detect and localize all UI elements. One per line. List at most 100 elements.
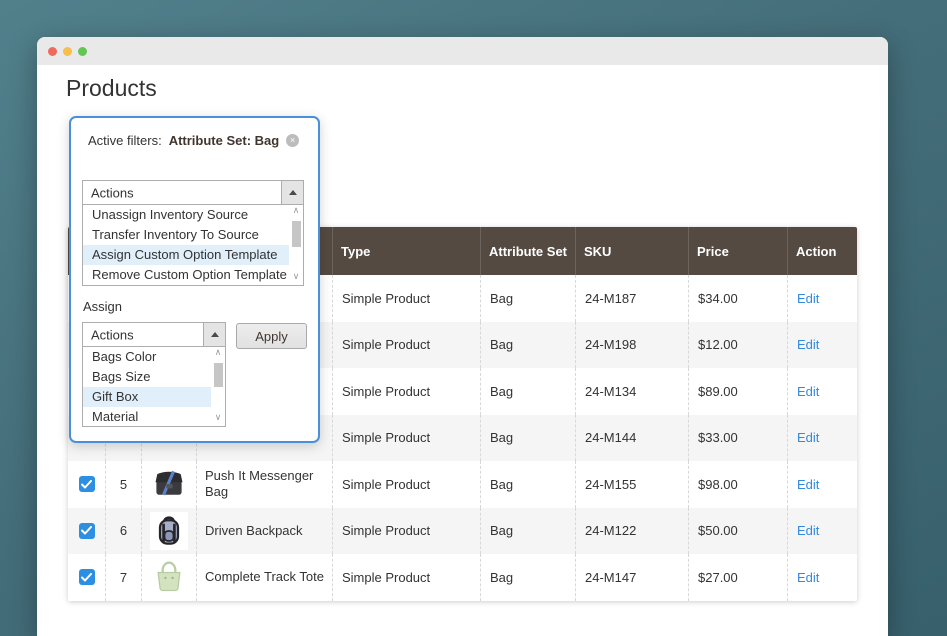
column-header-attribute-set[interactable]: Attribute Set bbox=[480, 227, 575, 275]
assign-select-value: Actions bbox=[91, 327, 134, 342]
cell-sku: 24-M147 bbox=[575, 554, 688, 601]
cell-action: Edit bbox=[787, 554, 857, 601]
assign-select[interactable]: Actions bbox=[82, 322, 226, 347]
dropdown-option[interactable]: Transfer Inventory To Source bbox=[83, 225, 289, 245]
edit-link[interactable]: Edit bbox=[797, 337, 819, 352]
row-checkbox[interactable] bbox=[79, 569, 95, 585]
assign-collapse-button[interactable] bbox=[203, 323, 225, 346]
tote-image bbox=[150, 558, 188, 596]
triangle-up-icon bbox=[211, 332, 219, 337]
cell-type: Simple Product bbox=[332, 508, 480, 555]
row-select-cell bbox=[68, 508, 105, 555]
cell-sku: 24-M198 bbox=[575, 322, 688, 369]
cell-type: Simple Product bbox=[332, 275, 480, 322]
table-row: 7 Complete Track ToteSimple ProductBag24-… bbox=[68, 554, 857, 601]
dropdown-option[interactable]: Bags Color bbox=[83, 347, 211, 367]
assign-options: ∧ ∨ Bags ColorBags SizeGift BoxMaterial bbox=[82, 347, 226, 427]
active-filters-label: Active filters: bbox=[88, 133, 162, 148]
cell-name: Complete Track Tote bbox=[196, 554, 332, 601]
cell-price: $89.00 bbox=[688, 368, 787, 415]
cell-thumbnail bbox=[141, 461, 196, 508]
cell-attribute-set: Bag bbox=[480, 368, 575, 415]
edit-link[interactable]: Edit bbox=[797, 477, 819, 492]
cell-id: 7 bbox=[105, 554, 141, 601]
cell-price: $27.00 bbox=[688, 554, 787, 601]
cell-thumbnail bbox=[141, 554, 196, 601]
column-header-sku[interactable]: SKU bbox=[575, 227, 688, 275]
cell-type: Simple Product bbox=[332, 322, 480, 369]
edit-link[interactable]: Edit bbox=[797, 523, 819, 538]
cell-action: Edit bbox=[787, 508, 857, 555]
column-header-price[interactable]: Price bbox=[688, 227, 787, 275]
column-header-action[interactable]: Action bbox=[787, 227, 857, 275]
maximize-window-button[interactable] bbox=[78, 47, 87, 56]
cell-id: 5 bbox=[105, 461, 141, 508]
messenger-bag-image bbox=[150, 465, 188, 503]
cell-sku: 24-M144 bbox=[575, 415, 688, 462]
minimize-window-button[interactable] bbox=[63, 47, 72, 56]
bulk-actions-select[interactable]: Actions bbox=[82, 180, 304, 205]
window-titlebar bbox=[37, 37, 888, 65]
cell-type: Simple Product bbox=[332, 368, 480, 415]
dropdown-option[interactable]: Remove Custom Option Template bbox=[83, 265, 289, 285]
cell-attribute-set: Bag bbox=[480, 554, 575, 601]
table-row: 5 Push It Messenger BagSimple ProductBag2… bbox=[68, 461, 857, 508]
scrollbar-thumb[interactable] bbox=[214, 363, 223, 387]
cell-attribute-set: Bag bbox=[480, 322, 575, 369]
app-window: Products Type Attribute Set SKU Price Ac… bbox=[37, 37, 888, 636]
column-header-type[interactable]: Type bbox=[332, 227, 480, 275]
cell-thumbnail bbox=[141, 508, 196, 555]
row-checkbox[interactable] bbox=[79, 476, 95, 492]
bulk-actions-scrollbar: ∧ ∨ bbox=[289, 205, 303, 285]
row-checkbox[interactable] bbox=[79, 523, 95, 539]
dropdown-option[interactable]: Material bbox=[83, 407, 211, 427]
cell-name: Push It Messenger Bag bbox=[196, 461, 332, 508]
cell-price: $12.00 bbox=[688, 322, 787, 369]
close-window-button[interactable] bbox=[48, 47, 57, 56]
scroll-down-icon[interactable]: ∨ bbox=[293, 271, 300, 284]
scrollbar-thumb[interactable] bbox=[292, 221, 301, 247]
cell-attribute-set: Bag bbox=[480, 508, 575, 555]
apply-button[interactable]: Apply bbox=[236, 323, 307, 349]
edit-link[interactable]: Edit bbox=[797, 291, 819, 306]
cell-attribute-set: Bag bbox=[480, 275, 575, 322]
dropdown-option[interactable]: Unassign Inventory Source bbox=[83, 205, 289, 225]
cell-action: Edit bbox=[787, 461, 857, 508]
cell-sku: 24-M122 bbox=[575, 508, 688, 555]
scroll-up-icon[interactable]: ∧ bbox=[215, 347, 222, 360]
row-select-cell bbox=[68, 461, 105, 508]
cell-name: Driven Backpack bbox=[196, 508, 332, 555]
cell-type: Simple Product bbox=[332, 554, 480, 601]
cell-action: Edit bbox=[787, 415, 857, 462]
cell-type: Simple Product bbox=[332, 415, 480, 462]
cell-sku: 24-M155 bbox=[575, 461, 688, 508]
remove-filter-icon[interactable]: × bbox=[286, 134, 299, 147]
scroll-up-icon[interactable]: ∧ bbox=[293, 205, 300, 218]
cell-sku: 24-M187 bbox=[575, 275, 688, 322]
scroll-down-icon[interactable]: ∨ bbox=[215, 412, 222, 425]
cell-price: $34.00 bbox=[688, 275, 787, 322]
cell-id: 6 bbox=[105, 508, 141, 555]
dropdown-option[interactable]: Gift Box bbox=[83, 387, 211, 407]
edit-link[interactable]: Edit bbox=[797, 570, 819, 585]
dropdown-option[interactable]: Assign Custom Option Template bbox=[83, 245, 289, 265]
edit-link[interactable]: Edit bbox=[797, 384, 819, 399]
dropdown-option[interactable]: Bags Size bbox=[83, 367, 211, 387]
desktop-background: Products Type Attribute Set SKU Price Ac… bbox=[0, 0, 947, 636]
bulk-actions-collapse-button[interactable] bbox=[281, 181, 303, 204]
cell-action: Edit bbox=[787, 368, 857, 415]
cell-price: $98.00 bbox=[688, 461, 787, 508]
table-row: 6 Driven BackpackSimple ProductBag24-M122… bbox=[68, 508, 857, 555]
assign-label: Assign bbox=[83, 299, 122, 314]
cell-sku: 24-M134 bbox=[575, 368, 688, 415]
cell-action: Edit bbox=[787, 322, 857, 369]
cell-attribute-set: Bag bbox=[480, 415, 575, 462]
cell-type: Simple Product bbox=[332, 461, 480, 508]
cell-price: $33.00 bbox=[688, 415, 787, 462]
assign-scrollbar: ∧ ∨ bbox=[211, 347, 225, 426]
triangle-up-icon bbox=[289, 190, 297, 195]
cell-attribute-set: Bag bbox=[480, 461, 575, 508]
edit-link[interactable]: Edit bbox=[797, 430, 819, 445]
backpack-image bbox=[150, 512, 188, 550]
active-filter-chip: Attribute Set: Bag bbox=[169, 133, 280, 148]
